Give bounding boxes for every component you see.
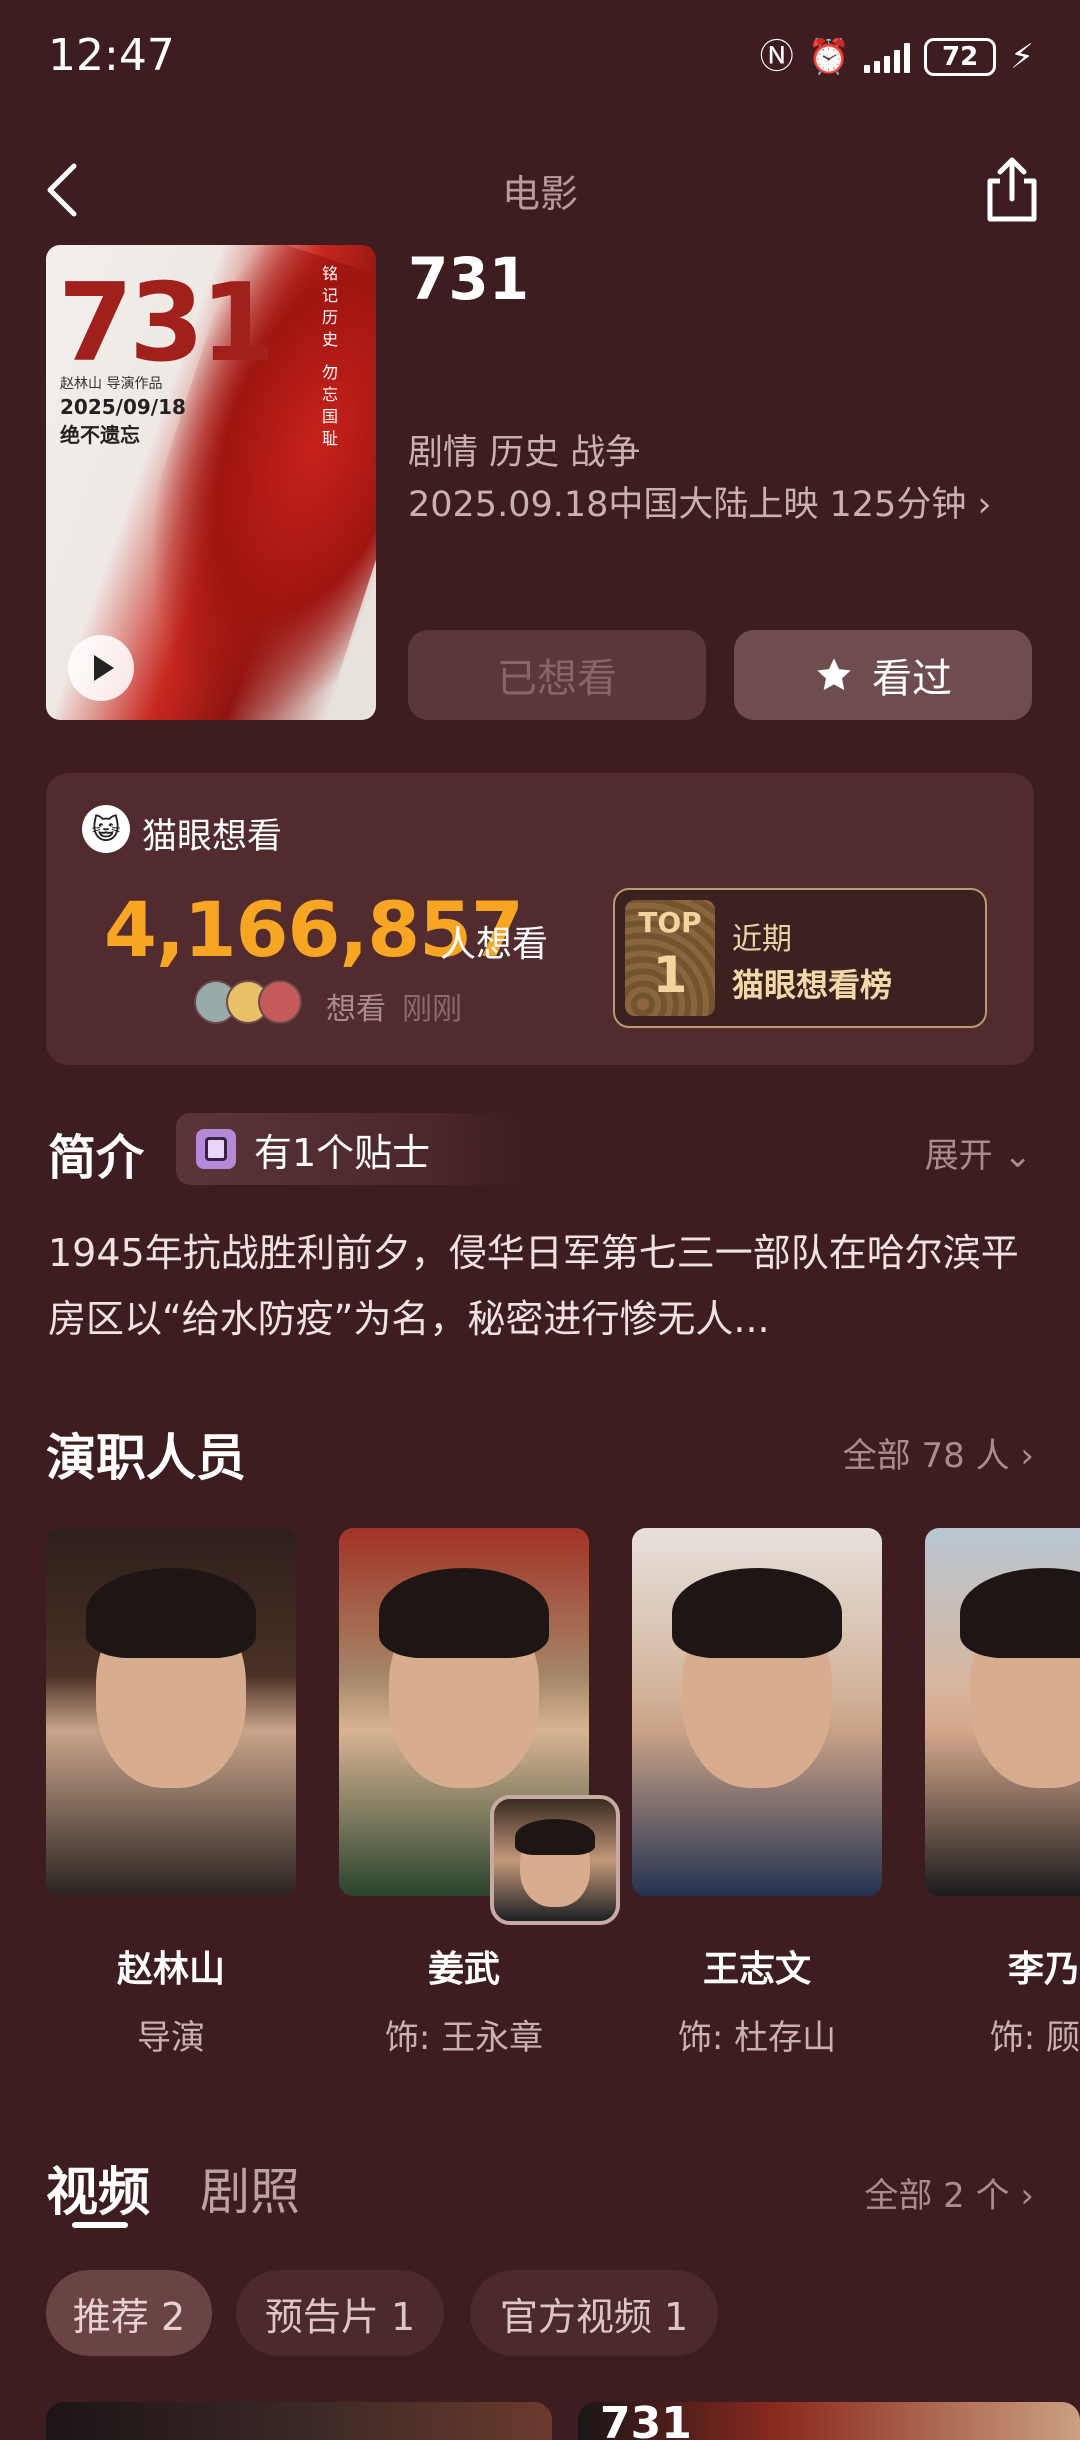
- video-thumbnail[interactable]: [46, 2402, 552, 2440]
- watched-button[interactable]: 看过: [734, 630, 1032, 720]
- filter-chip-official[interactable]: 官方视频 1: [470, 2270, 718, 2356]
- cast-role: 饰: 顾: [989, 2018, 1080, 2058]
- recent-user-avatars: [194, 980, 302, 1024]
- expand-button[interactable]: 展开 ⌄: [925, 1128, 1032, 1177]
- poster-date: 2025/09/18: [60, 395, 186, 419]
- cast-all-label: 全部 78 人: [842, 1436, 1010, 1476]
- character-avatar[interactable]: [490, 1795, 620, 1925]
- share-button[interactable]: [980, 155, 1044, 225]
- want-unit: 人想看: [440, 924, 549, 965]
- cast-all-link[interactable]: 全部 78 人 ›: [843, 1428, 1034, 1477]
- rank-period: 近期: [732, 922, 792, 957]
- rank-number: 1: [652, 946, 688, 1004]
- poster-title: 731: [58, 261, 275, 386]
- filter-chip-trailer[interactable]: 预告片 1: [236, 2270, 444, 2356]
- movie-title: 731: [408, 245, 530, 313]
- page-title: 电影: [501, 172, 578, 216]
- cast-name: 李乃: [1007, 1949, 1080, 1990]
- alarm-icon: ⏰: [807, 37, 851, 77]
- cast-name: 赵林山: [116, 1949, 225, 1990]
- want-label: 猫眼想看: [142, 817, 283, 857]
- expand-label: 展开: [924, 1136, 993, 1176]
- cast-role: 导演: [137, 2018, 205, 2058]
- video-thumbnail-title: 731: [600, 2398, 692, 2440]
- chevron-right-icon: ›: [1020, 1436, 1034, 1476]
- tip-icon: [196, 1129, 236, 1169]
- charging-icon: ⚡: [1010, 37, 1034, 77]
- tab-stills[interactable]: 剧照: [200, 2152, 300, 2224]
- cast-role: 饰: 杜存山: [677, 2018, 837, 2058]
- battery-icon: 72: [924, 38, 997, 76]
- tips-chip[interactable]: 有1个贴士: [176, 1113, 526, 1185]
- tab-videos[interactable]: 视频: [46, 2150, 150, 2225]
- movie-genres: 剧情 历史 战争: [408, 433, 641, 473]
- chevron-right-icon: ›: [1020, 2176, 1034, 2216]
- cast-name: 王志文: [702, 1949, 811, 1990]
- intro-heading: 简介: [48, 1130, 145, 1186]
- play-icon: [94, 655, 114, 681]
- want-to-watch-button[interactable]: 已想看: [408, 630, 706, 720]
- star-icon: [817, 658, 851, 691]
- play-trailer-button[interactable]: [68, 635, 134, 701]
- want-activity-label: 想看: [326, 992, 386, 1027]
- share-icon: [987, 157, 1037, 222]
- cast-name: 姜武: [427, 1949, 500, 1990]
- cast-photo[interactable]: [925, 1528, 1080, 1896]
- release-text: 2025.09.18中国大陆上映 125分钟: [408, 485, 967, 525]
- signal-icon: [864, 41, 911, 73]
- maoyan-cat-icon: 😺: [82, 805, 130, 853]
- release-info[interactable]: 2025.09.18中国大陆上映 125分钟 ›: [408, 476, 991, 527]
- tips-label: 有1个贴士: [254, 1130, 431, 1175]
- tab-underline: [72, 2222, 128, 2228]
- nfc-icon: Ⓝ: [759, 37, 794, 77]
- rank-top-label: TOP: [638, 906, 702, 939]
- movie-poster[interactable]: 731 赵林山 导演作品 2025/09/18 绝不遗忘 铭记历史 勿忘国耻: [46, 245, 376, 720]
- poster-credit: 赵林山 导演作品: [60, 376, 163, 392]
- status-icons: Ⓝ ⏰ 72 ⚡: [760, 38, 1034, 76]
- status-time: 12:47: [48, 30, 175, 81]
- chevron-down-icon: ⌄: [1003, 1136, 1033, 1176]
- cast-heading: 演职人员: [46, 1429, 246, 1487]
- rank-list-name: 猫眼想看榜: [732, 966, 893, 1004]
- poster-vertical-text: 铭记历史 勿忘国耻: [319, 265, 338, 453]
- chevron-right-icon: ›: [977, 485, 992, 525]
- synopsis-text[interactable]: 1945年抗战胜利前夕，侵华日军第七三一部队在哈尔滨平房区以“给水防疫”为名，秘…: [48, 1220, 1038, 1352]
- videos-all-label: 全部 2 个: [864, 2176, 1010, 2216]
- filter-chip-recommended[interactable]: 推荐 2: [46, 2270, 212, 2356]
- poster-tagline: 绝不遗忘: [60, 423, 140, 447]
- cast-role: 饰: 王永章: [384, 2018, 544, 2058]
- cast-photo[interactable]: [46, 1528, 296, 1896]
- videos-all-link[interactable]: 全部 2 个 ›: [864, 2168, 1034, 2217]
- want-activity-time: 刚刚: [402, 992, 462, 1027]
- avatar: [258, 980, 302, 1024]
- watched-label: 看过: [872, 656, 952, 702]
- cast-photo[interactable]: [632, 1528, 882, 1896]
